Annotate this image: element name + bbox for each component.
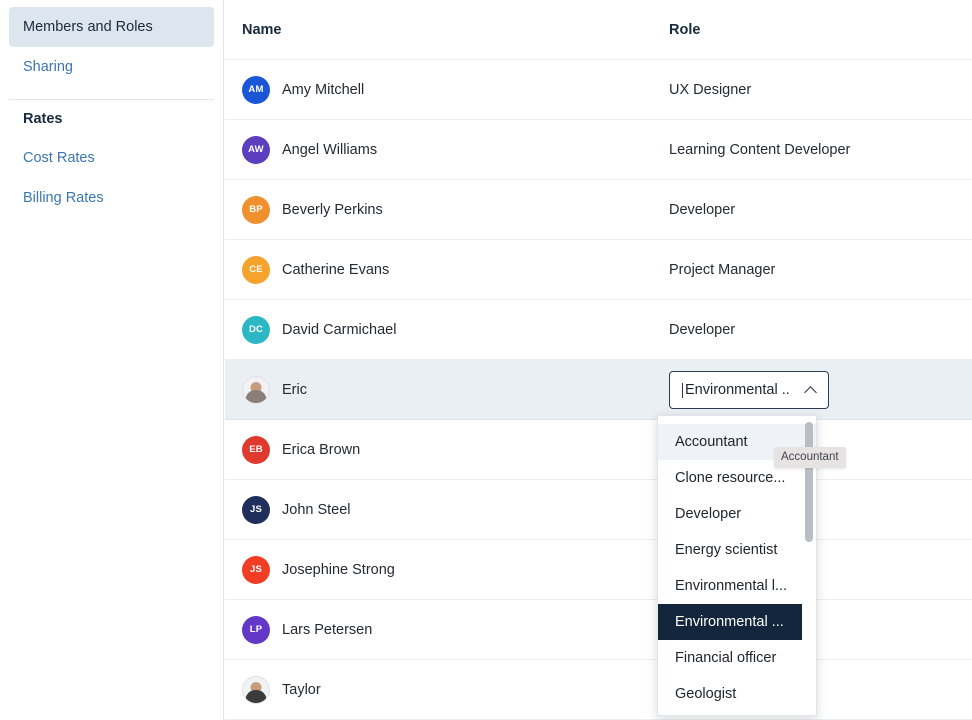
cell-role: Environmental ..	[669, 370, 972, 409]
cell-name: JS Josephine Strong	[242, 555, 669, 584]
member-name: David Carmichael	[282, 321, 397, 338]
table-row[interactable]: Taylor	[225, 660, 972, 720]
table-row[interactable]: JS John Steel	[225, 480, 972, 540]
avatar-initials-text: JS	[249, 564, 263, 575]
cell-role: UX Designer	[669, 82, 972, 98]
role-text: UX Designer	[669, 81, 752, 98]
sidebar-item-sharing[interactable]: Sharing	[9, 47, 214, 87]
table-body: AM Amy Mitchell UX Designer AW Angel William…	[225, 60, 972, 720]
avatar-initials-text: DC	[248, 324, 264, 335]
avatar-initials: DC	[242, 315, 270, 344]
sidebar-item-members-and-roles[interactable]: Members and Roles	[9, 7, 214, 47]
table-row[interactable]: DC David Carmichael Developer	[225, 300, 972, 360]
member-name: Catherine Evans	[282, 261, 390, 278]
sidebar-primary-items: Members and Roles Sharing	[0, 7, 223, 87]
table-row[interactable]: Eric Environmental ..	[225, 360, 972, 420]
sidebar-item-billing-rates[interactable]: Billing Rates	[9, 178, 214, 218]
member-name: John Steel	[282, 501, 351, 518]
dropdown-scrollbar-thumb[interactable]	[805, 422, 813, 542]
cell-role: Learning Content Developer	[669, 142, 972, 158]
avatar-initials: JS	[242, 495, 270, 524]
table-row[interactable]: EB Erica Brown	[225, 420, 972, 480]
avatar-initials: BP	[242, 195, 270, 224]
cell-name: Taylor	[242, 675, 669, 704]
cell-role: Developer	[669, 202, 972, 218]
option-tooltip: Accountant	[774, 447, 846, 468]
avatar-initials: AM	[242, 75, 270, 104]
role-select-button[interactable]: Environmental ..	[669, 370, 829, 409]
cell-role: Project Manager	[669, 262, 972, 278]
avatar-initials: AW	[242, 135, 270, 164]
role-text: Project Manager	[669, 261, 776, 278]
avatar-initials: LP	[242, 615, 270, 644]
member-name: Josephine Strong	[282, 561, 395, 578]
table-row[interactable]: AM Amy Mitchell UX Designer	[225, 60, 972, 120]
role-select-value: Environmental ..	[682, 382, 800, 398]
cell-name: AM Amy Mitchell	[242, 75, 669, 104]
avatar-initials-text: BP	[249, 204, 263, 215]
member-name: Amy Mitchell	[282, 81, 365, 98]
cell-name: CE Catherine Evans	[242, 255, 669, 284]
avatar-initials: JS	[242, 555, 270, 584]
role-text: Developer	[669, 321, 736, 338]
column-header-role[interactable]: Role	[669, 22, 972, 38]
member-name: Erica Brown	[282, 441, 361, 458]
dropdown-option[interactable]: Environmental ...	[658, 604, 802, 640]
avatar-initials-text: AW	[248, 144, 264, 155]
cell-name: AW Angel Williams	[242, 135, 669, 164]
member-name: Lars Petersen	[282, 621, 373, 638]
cell-name: Eric	[242, 375, 669, 404]
dropdown-option[interactable]: Developer	[658, 496, 816, 532]
member-name: Eric	[282, 381, 307, 398]
avatar-initials-text: LP	[249, 624, 263, 635]
avatar-photo	[242, 675, 270, 704]
avatar-initials: EB	[242, 435, 270, 464]
dropdown-option[interactable]: Environmental l...	[658, 568, 816, 604]
dropdown-option[interactable]: Financial officer	[658, 640, 816, 676]
member-name: Taylor	[282, 681, 321, 698]
app-root: Members and Roles Sharing Rates Cost Rate…	[0, 0, 972, 720]
cell-name: LP Lars Petersen	[242, 615, 669, 644]
sidebar-section-heading-rates: Rates	[23, 111, 63, 127]
role-select-wrapper: Environmental ..	[669, 370, 829, 409]
dropdown-option[interactable]: Geologist	[658, 676, 816, 712]
dropdown-option[interactable]: Energy scientist	[658, 532, 816, 568]
table-header-row: Name Role	[225, 0, 972, 60]
cell-name: JS John Steel	[242, 495, 669, 524]
avatar-initials-text: EB	[249, 444, 263, 455]
members-table-panel: Name Role AM Amy Mitchell UX Designer AW Ang…	[225, 0, 972, 720]
column-header-name[interactable]: Name	[242, 22, 669, 38]
cell-name: BP Beverly Perkins	[242, 195, 669, 224]
sidebar-rate-items: Cost Rates Billing Rates	[0, 138, 223, 218]
avatar-face	[243, 377, 269, 403]
cell-name: EB Erica Brown	[242, 435, 669, 464]
sidebar-item-cost-rates[interactable]: Cost Rates	[9, 138, 214, 178]
settings-sidebar: Members and Roles Sharing Rates Cost Rate…	[0, 0, 224, 720]
avatar-initials-text: CE	[249, 264, 263, 275]
cell-role: Developer	[669, 322, 972, 338]
table-row[interactable]: LP Lars Petersen	[225, 600, 972, 660]
table-row[interactable]: JS Josephine Strong	[225, 540, 972, 600]
member-name: Angel Williams	[282, 141, 378, 158]
cell-name: DC David Carmichael	[242, 315, 669, 344]
role-text: Learning Content Developer	[669, 141, 851, 158]
table-row[interactable]: BP Beverly Perkins Developer	[225, 180, 972, 240]
member-name: Beverly Perkins	[282, 201, 383, 218]
avatar-initials: CE	[242, 255, 270, 284]
chevron-up-icon[interactable]	[804, 383, 818, 397]
avatar-initials-text: AM	[248, 84, 264, 95]
role-text: Developer	[669, 201, 736, 218]
avatar-photo	[242, 375, 270, 404]
table-row[interactable]: CE Catherine Evans Project Manager	[225, 240, 972, 300]
avatar-initials-text: JS	[249, 504, 263, 515]
avatar-face	[243, 677, 269, 703]
table-row[interactable]: AW Angel Williams Learning Content Develop…	[225, 120, 972, 180]
